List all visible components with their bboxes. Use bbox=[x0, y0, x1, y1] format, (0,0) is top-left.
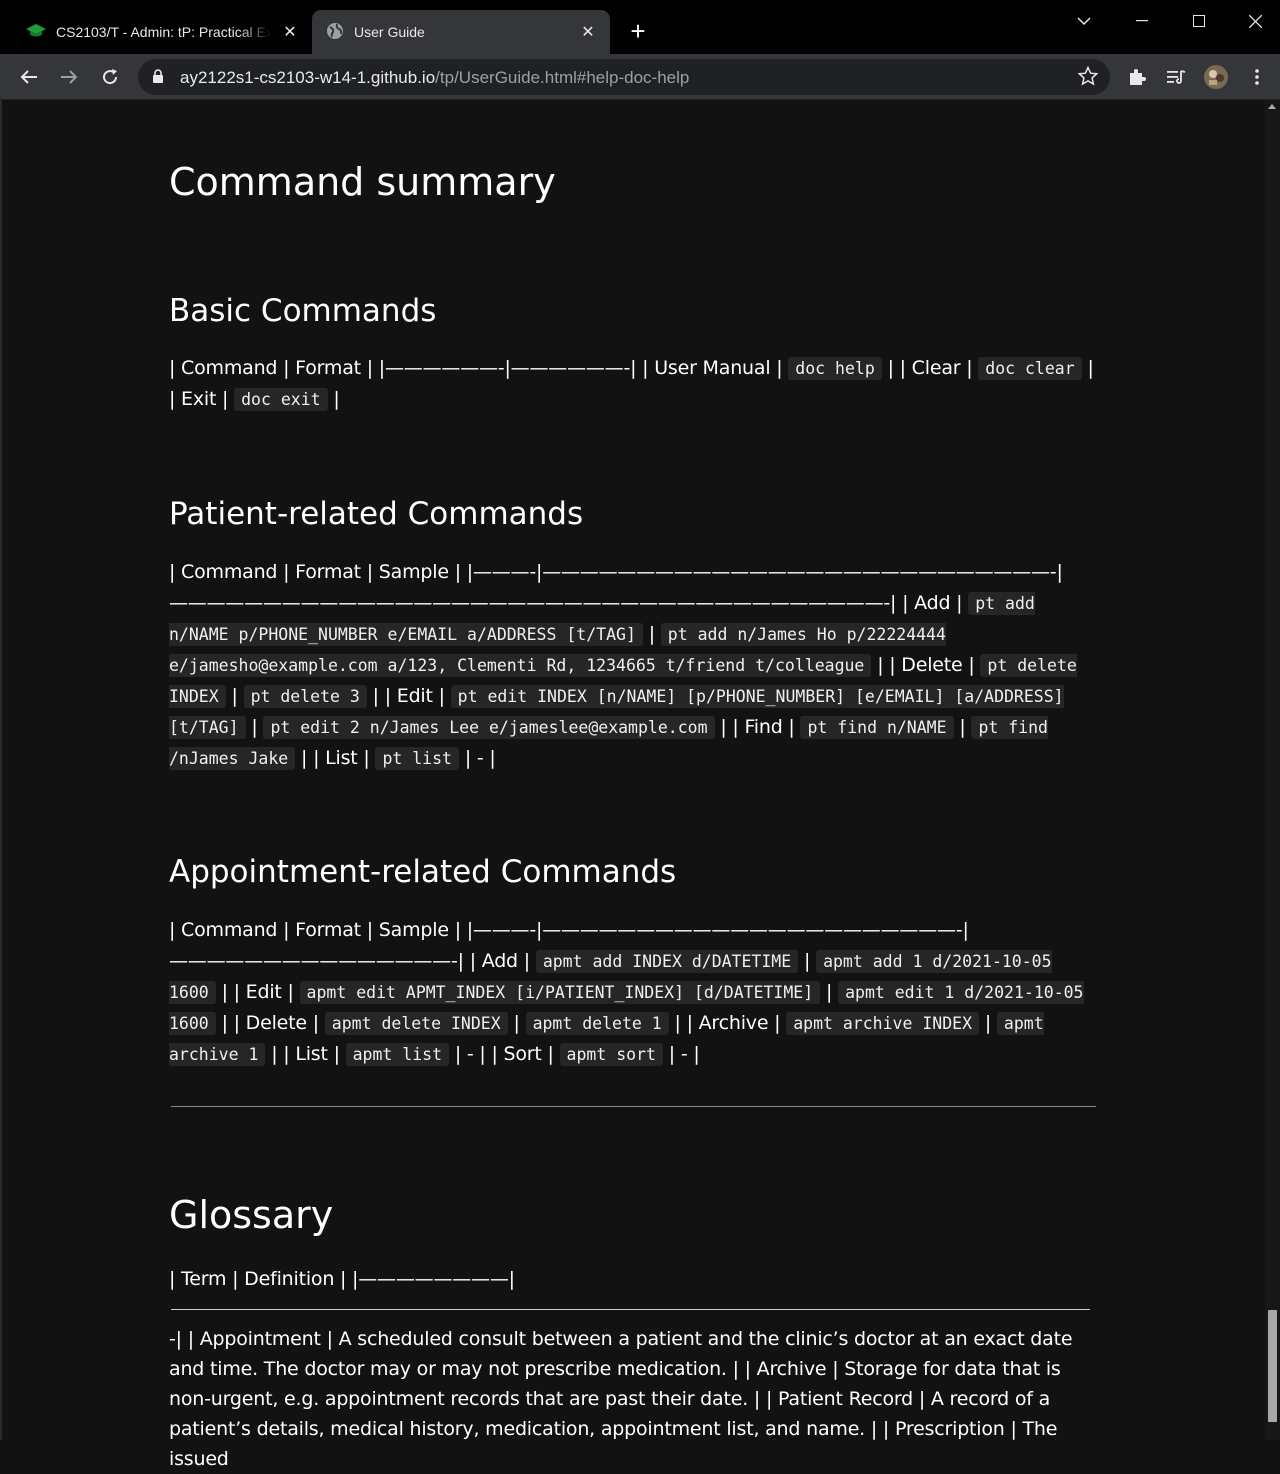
scroll-thumb[interactable] bbox=[1268, 1310, 1277, 1422]
glossary-rule bbox=[171, 1309, 1090, 1310]
table-text: | Command | Format | Sample | |———-|————… bbox=[169, 561, 1063, 614]
table-text: | bbox=[225, 685, 244, 707]
inline-code: pt edit 2 n/James Lee e/jameslee@example… bbox=[263, 716, 715, 739]
close-tab-icon[interactable]: ✕ bbox=[578, 22, 598, 42]
inline-code: apmt list bbox=[345, 1043, 450, 1066]
minimize-icon[interactable] bbox=[1127, 10, 1157, 32]
glossary-header-line: | Term | Definition | |————————| bbox=[169, 1268, 515, 1290]
lock-icon[interactable] bbox=[152, 69, 164, 89]
tab-title: User Guide bbox=[354, 24, 425, 40]
table-text: | bbox=[820, 981, 839, 1003]
table-text: | bbox=[642, 623, 661, 645]
inline-code: doc help bbox=[788, 357, 882, 380]
tab-strip: CS2103/T - Admin: tP: Practical Exam ✕ U… bbox=[0, 0, 1280, 54]
table-text: | - | bbox=[662, 1043, 700, 1065]
patient-commands-heading: Patient-related Commands bbox=[169, 496, 584, 532]
basic-commands-table-text: | Command | Format | |——————-|——————-| |… bbox=[169, 353, 1099, 415]
table-text: | Command | Format | |——————-|——————-| |… bbox=[169, 357, 789, 379]
media-queue-icon[interactable] bbox=[1163, 64, 1189, 90]
profile-avatar[interactable] bbox=[1203, 64, 1229, 90]
new-tab-button[interactable]: + bbox=[626, 18, 650, 44]
command-summary-heading: Command summary bbox=[169, 160, 556, 204]
menu-kebab-icon[interactable] bbox=[1244, 64, 1270, 90]
forward-arrow-icon[interactable] bbox=[56, 64, 82, 90]
scroll-up-arrow-icon[interactable] bbox=[1268, 104, 1276, 109]
inline-code: apmt delete 1 bbox=[525, 1012, 669, 1035]
table-text: | bbox=[798, 950, 817, 972]
globe-icon bbox=[326, 22, 344, 43]
table-text: | - | | Sort | bbox=[449, 1043, 560, 1065]
url-text[interactable]: ay2122s1-cs2103-w14-1.github.io/tp/UserG… bbox=[180, 68, 689, 88]
table-text: | | Find | bbox=[714, 716, 801, 738]
tab-search-icon[interactable] bbox=[1069, 10, 1099, 32]
inline-code: apmt edit APMT_INDEX [i/PATIENT_INDEX] [… bbox=[299, 981, 821, 1004]
table-text: | | List | bbox=[265, 1043, 346, 1065]
inline-code: apmt add INDEX d/DATETIME bbox=[535, 950, 799, 973]
inline-code: pt find n/NAME bbox=[800, 716, 954, 739]
table-text: | | List | bbox=[295, 747, 376, 769]
inline-code: doc clear bbox=[978, 357, 1082, 380]
inline-code: pt delete 3 bbox=[243, 685, 367, 708]
table-text: | | Archive | bbox=[668, 1012, 787, 1034]
tab-user-guide[interactable]: User Guide ✕ bbox=[312, 10, 610, 54]
back-arrow-icon[interactable] bbox=[16, 64, 42, 90]
inline-code: apmt archive INDEX bbox=[786, 1012, 980, 1035]
inline-code: doc exit bbox=[234, 388, 328, 411]
bookmark-star-icon[interactable] bbox=[1077, 65, 1099, 91]
table-text: | bbox=[327, 388, 340, 410]
graduation-cap-icon bbox=[26, 23, 46, 42]
table-text: | | Delete | bbox=[215, 1012, 325, 1034]
table-text: | bbox=[953, 716, 972, 738]
tab-title: CS2103/T - Admin: tP: Practical Exam bbox=[56, 24, 271, 40]
url-host: ay2122s1-cs2103-w14-1.github.io bbox=[180, 68, 436, 87]
address-bar[interactable]: ay2122s1-cs2103-w14-1.github.io/tp/UserG… bbox=[138, 59, 1110, 95]
url-path: /tp/UserGuide.html#help-doc-help bbox=[435, 68, 690, 87]
inline-code: apmt sort bbox=[559, 1043, 663, 1066]
patient-commands-table-text: | Command | Format | Sample | |———-|————… bbox=[169, 557, 1099, 774]
inline-code: pt list bbox=[375, 747, 459, 770]
glossary-body-text: -| | Appointment | A scheduled consult b… bbox=[169, 1328, 1073, 1470]
table-text: | | Edit | bbox=[215, 981, 300, 1003]
inline-code: apmt delete INDEX bbox=[324, 1012, 508, 1035]
appointment-commands-table-text: | Command | Format | Sample | |———-|————… bbox=[169, 915, 1099, 1070]
extensions-puzzle-icon[interactable] bbox=[1124, 64, 1150, 90]
tab-admin[interactable]: CS2103/T - Admin: tP: Practical Exam ✕ bbox=[12, 10, 312, 54]
glossary-heading: Glossary bbox=[169, 1193, 334, 1237]
browser-toolbar: ay2122s1-cs2103-w14-1.github.io/tp/UserG… bbox=[0, 54, 1280, 100]
table-text: | | Edit | bbox=[366, 685, 451, 707]
close-window-icon[interactable] bbox=[1240, 10, 1270, 32]
maximize-icon[interactable] bbox=[1184, 10, 1214, 32]
table-text: | bbox=[979, 1012, 997, 1034]
table-text: | bbox=[245, 716, 264, 738]
reload-icon[interactable] bbox=[97, 64, 123, 90]
table-text: | - | bbox=[458, 747, 496, 769]
table-text: | | Delete | bbox=[871, 654, 981, 676]
basic-commands-heading: Basic Commands bbox=[169, 293, 437, 329]
appointment-commands-heading: Appointment-related Commands bbox=[169, 854, 677, 890]
table-text: | | Clear | bbox=[881, 357, 979, 379]
close-tab-icon[interactable]: ✕ bbox=[280, 22, 300, 42]
table-text: | bbox=[507, 1012, 526, 1034]
page-scrollbar[interactable] bbox=[1265, 100, 1280, 1440]
section-divider bbox=[171, 1106, 1096, 1107]
